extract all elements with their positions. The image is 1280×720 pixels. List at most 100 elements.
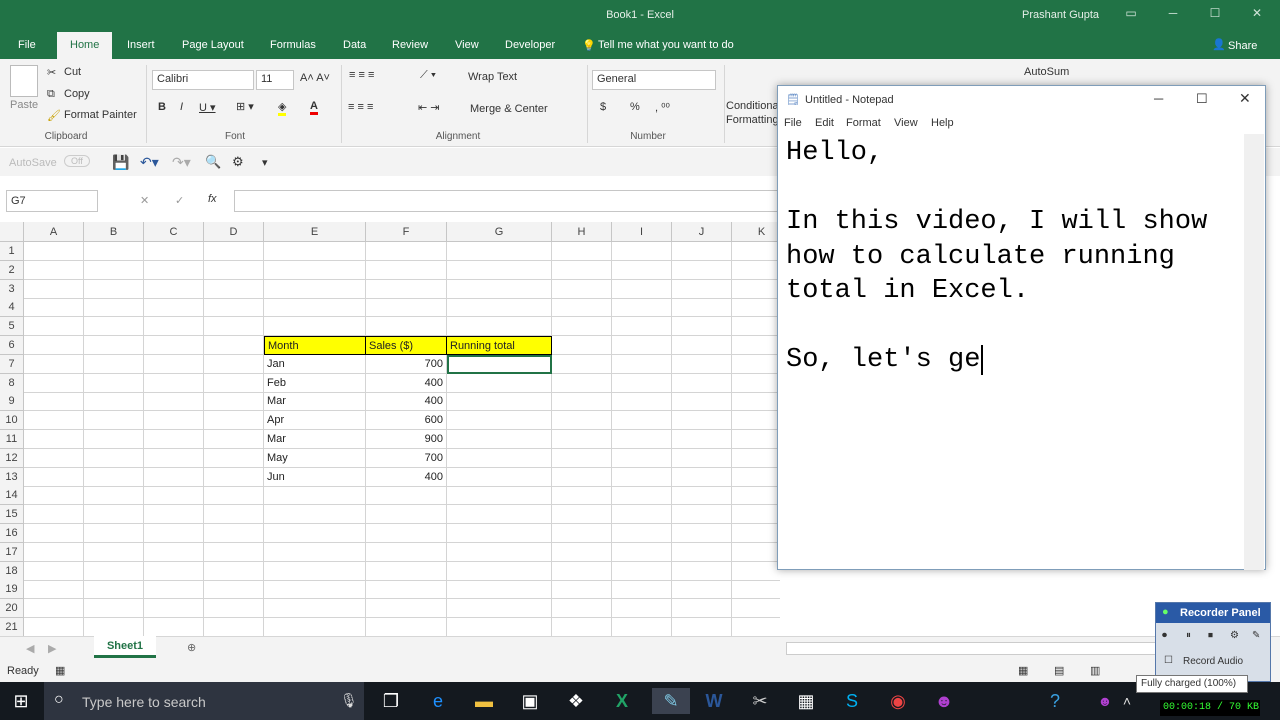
notepad-menu-format[interactable]: Format: [846, 117, 881, 129]
grid-cell[interactable]: [204, 354, 264, 374]
undo-icon[interactable]: ↶▾: [140, 154, 159, 171]
column-header-c[interactable]: C: [144, 222, 204, 242]
customize-qat-icon[interactable]: ▾: [262, 156, 268, 169]
name-box[interactable]: G7: [6, 190, 98, 212]
skype-icon[interactable]: S: [839, 688, 865, 714]
pause-icon[interactable]: ⏸: [1186, 630, 1191, 641]
help-icon[interactable]: ?: [1042, 688, 1068, 714]
month-cell[interactable]: May: [264, 448, 366, 468]
grid-cell[interactable]: [612, 317, 672, 337]
grid-cell[interactable]: [732, 392, 780, 412]
grid-cell[interactable]: [447, 242, 552, 261]
grid-cell[interactable]: [732, 355, 780, 374]
notepad-menu-edit[interactable]: Edit: [815, 117, 834, 129]
grid-cell[interactable]: [144, 486, 204, 506]
tab-developer[interactable]: Developer: [505, 39, 555, 51]
grid-cell[interactable]: [672, 580, 732, 600]
windows-start-icon[interactable]: ⊞: [8, 688, 34, 714]
grid-cell[interactable]: [732, 298, 780, 318]
grid-cell[interactable]: [672, 505, 732, 525]
page-break-view-icon[interactable]: ▥: [1090, 664, 1100, 677]
grid-cell[interactable]: [204, 392, 264, 412]
fill-color-icon[interactable]: ◈: [278, 100, 287, 116]
month-cell[interactable]: Mar: [264, 430, 366, 449]
grid-cell[interactable]: [612, 298, 672, 318]
grid-cell[interactable]: [366, 524, 447, 543]
grid-cell[interactable]: [732, 505, 780, 525]
settings-icon[interactable]: ⚙: [1230, 630, 1239, 641]
grid-cell[interactable]: [366, 542, 447, 562]
grid-cell[interactable]: [144, 242, 204, 261]
next-sheet-icon[interactable]: ▶: [48, 642, 56, 655]
notepad-scrollbar[interactable]: [1244, 134, 1264, 570]
grid-cell[interactable]: [84, 561, 144, 581]
grid-cell[interactable]: [24, 561, 84, 581]
grid-cell[interactable]: [447, 411, 552, 431]
grid-cell[interactable]: [24, 260, 84, 280]
grid-cell[interactable]: [552, 392, 612, 412]
ribbon-display-icon[interactable]: ▭: [1124, 6, 1138, 20]
grid-cell[interactable]: [264, 279, 366, 299]
grid-cell[interactable]: [672, 524, 732, 543]
grid-cell[interactable]: [612, 354, 672, 374]
grid-cell[interactable]: [552, 430, 612, 449]
calculator-icon[interactable]: ▦: [793, 688, 819, 714]
page-layout-view-icon[interactable]: ▤: [1054, 664, 1064, 677]
merge-center-button[interactable]: Merge & Center: [470, 103, 548, 115]
month-cell[interactable]: Jun: [264, 467, 366, 487]
grid-cell[interactable]: [672, 260, 732, 280]
notepad-close-icon[interactable]: ✕: [1239, 90, 1251, 107]
row-header[interactable]: 20: [0, 599, 24, 619]
selected-cell-g7[interactable]: [447, 354, 552, 374]
grid-cell[interactable]: [144, 430, 204, 449]
grid-cell[interactable]: [144, 542, 204, 562]
grid-cell[interactable]: [732, 449, 780, 468]
grid-cell[interactable]: [84, 411, 144, 431]
row-header[interactable]: 18: [0, 561, 24, 581]
notepad-maximize-icon[interactable]: ☐: [1196, 91, 1208, 107]
font-size-select[interactable]: 11: [256, 70, 294, 90]
grid-cell[interactable]: [447, 317, 552, 337]
grid-cell[interactable]: [732, 430, 780, 449]
macro-record-icon[interactable]: ▦: [55, 664, 65, 677]
grid-cell[interactable]: [672, 448, 732, 468]
sales-cell[interactable]: 600: [366, 411, 447, 431]
grid-cell[interactable]: [612, 599, 672, 619]
column-header-d[interactable]: D: [204, 222, 264, 242]
row-header[interactable]: 2: [0, 260, 24, 280]
grid-cell[interactable]: [204, 279, 264, 299]
grid-cell[interactable]: [447, 279, 552, 299]
grid-cell[interactable]: [204, 524, 264, 543]
grid-cell[interactable]: [672, 542, 732, 562]
grid-cell[interactable]: [24, 448, 84, 468]
grid-cell[interactable]: [672, 298, 732, 318]
grid-cell[interactable]: [552, 317, 612, 337]
minimize-icon[interactable]: ─: [1166, 6, 1180, 20]
row-header[interactable]: 10: [0, 411, 24, 431]
grid-cell[interactable]: [24, 279, 84, 299]
excel-taskbar-icon[interactable]: X: [609, 688, 635, 714]
sheet-tab-sheet1[interactable]: Sheet1: [94, 636, 156, 658]
grid-cell[interactable]: [612, 505, 672, 525]
grid-cell[interactable]: [672, 317, 732, 337]
grid-cell[interactable]: [264, 542, 366, 562]
grid-cell[interactable]: [447, 618, 552, 636]
grid-cell[interactable]: [84, 298, 144, 318]
grid-cell[interactable]: [672, 430, 732, 449]
notepad-taskbar-icon[interactable]: ✎: [652, 688, 690, 714]
orientation-icon[interactable]: ⟋ ▾: [420, 69, 436, 82]
grid-cell[interactable]: [204, 467, 264, 487]
select-all-corner[interactable]: [0, 222, 24, 242]
row-header[interactable]: 21: [0, 618, 24, 636]
tab-insert[interactable]: Insert: [127, 39, 155, 51]
grid-cell[interactable]: [447, 430, 552, 449]
grid-cell[interactable]: [672, 242, 732, 261]
grid-cell[interactable]: [732, 242, 780, 261]
grid-cell[interactable]: [672, 411, 732, 431]
grid-cell[interactable]: [552, 467, 612, 487]
grid-cell[interactable]: [552, 561, 612, 581]
enter-icon[interactable]: ✓: [175, 194, 184, 207]
sales-cell[interactable]: 400: [366, 467, 447, 487]
row-header[interactable]: 13: [0, 467, 24, 487]
grid-cell[interactable]: [732, 580, 780, 600]
